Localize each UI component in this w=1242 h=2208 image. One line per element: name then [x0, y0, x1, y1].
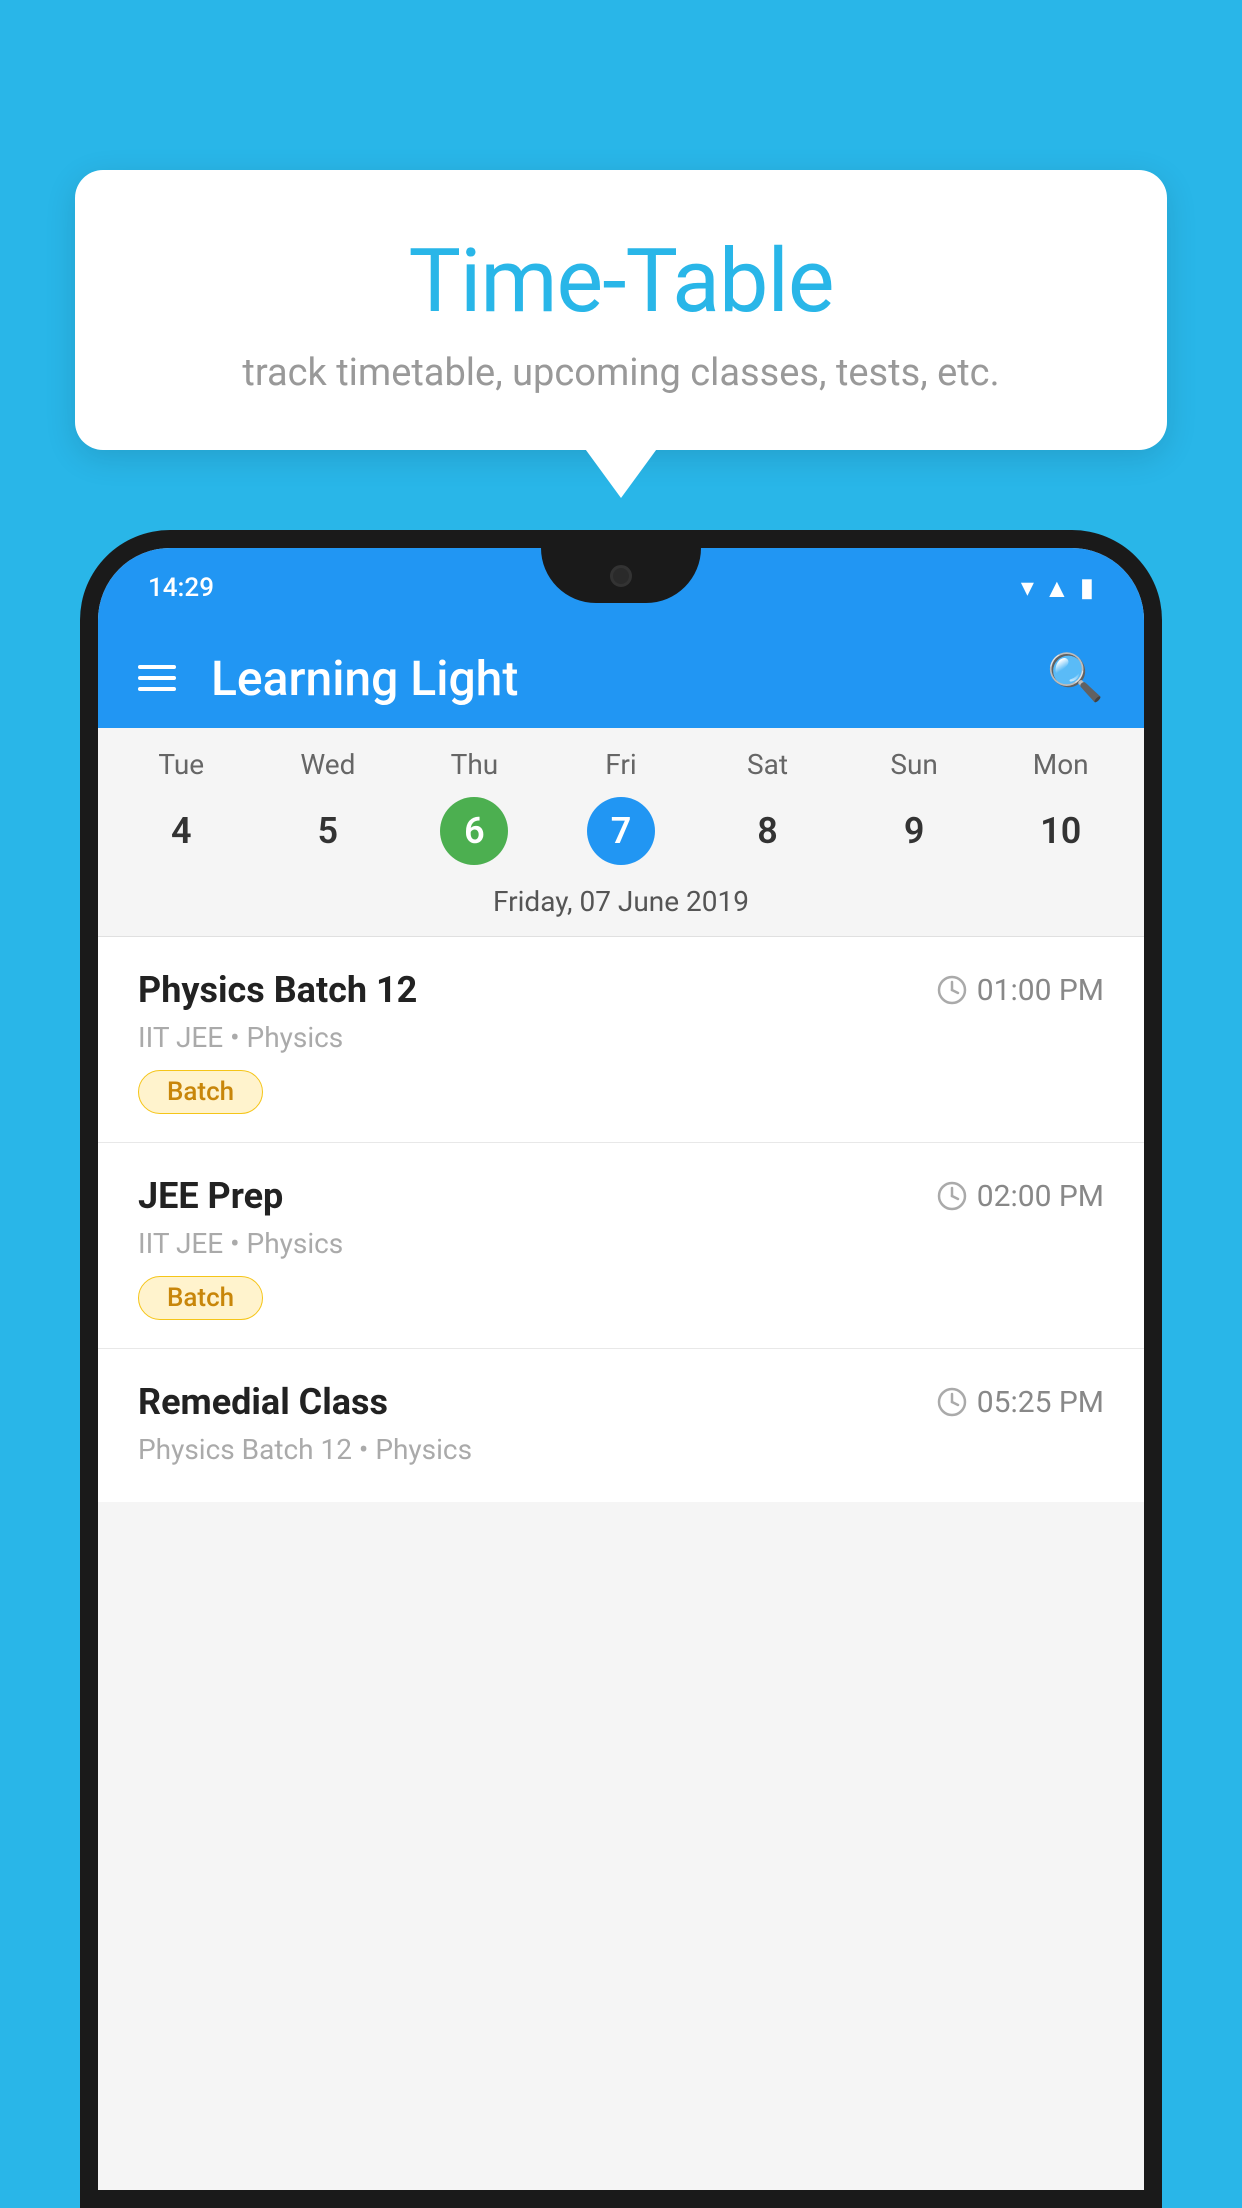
date-6-today[interactable]: 6 [401, 797, 548, 865]
schedule-item-3[interactable]: Remedial Class 05:25 PM Physics Batch 12… [98, 1349, 1144, 1502]
phone-mockup: 14:29 ▾ ▲ ▮ Learning Light 🔍 [80, 530, 1162, 2208]
phone-inner: 14:29 ▾ ▲ ▮ Learning Light 🔍 [98, 548, 1144, 2190]
clock-icon-3 [937, 1387, 967, 1417]
search-icon[interactable]: 🔍 [1047, 651, 1104, 705]
day-name-thu: Thu [401, 748, 548, 781]
batch-badge-1: Batch [138, 1070, 263, 1114]
schedule-time-3: 05:25 PM [937, 1385, 1104, 1420]
date-5[interactable]: 5 [255, 797, 402, 865]
calendar-dates: 4 5 6 7 8 9 [98, 789, 1144, 877]
schedule-time-1: 01:00 PM [937, 973, 1104, 1008]
hamburger-menu-icon[interactable] [138, 665, 176, 691]
tooltip-subtitle: track timetable, upcoming classes, tests… [125, 351, 1117, 395]
date-7-selected[interactable]: 7 [548, 797, 695, 865]
schedule-time-text-1: 01:00 PM [977, 973, 1104, 1008]
day-name-fri: Fri [548, 748, 695, 781]
calendar-days-header: Tue Wed Thu Fri Sat Sun Mon [98, 728, 1144, 789]
date-8[interactable]: 8 [694, 797, 841, 865]
status-icons: ▾ ▲ ▮ [1021, 573, 1094, 604]
phone-notch [541, 548, 701, 603]
hamburger-line [138, 676, 176, 680]
schedule-item-1[interactable]: Physics Batch 12 01:00 PM IIT JEE • Phys… [98, 937, 1144, 1143]
calendar-strip: Tue Wed Thu Fri Sat Sun Mon 4 5 [98, 728, 1144, 936]
schedule-meta-2: IIT JEE • Physics [138, 1227, 1104, 1260]
app-title: Learning Light [211, 650, 1012, 707]
day-name-sat: Sat [694, 748, 841, 781]
schedule-name-2: JEE Prep [138, 1175, 283, 1217]
schedule-time-text-3: 05:25 PM [977, 1385, 1104, 1420]
clock-icon-2 [937, 1181, 967, 1211]
status-time: 14:29 [148, 573, 214, 603]
app-header: Learning Light 🔍 [98, 628, 1144, 728]
schedule-name-1: Physics Batch 12 [138, 969, 417, 1011]
phone-outer: 14:29 ▾ ▲ ▮ Learning Light 🔍 [80, 530, 1162, 2208]
hamburger-line [138, 665, 176, 669]
tooltip-title: Time-Table [125, 230, 1117, 333]
day-name-mon: Mon [987, 748, 1134, 781]
date-4[interactable]: 4 [108, 797, 255, 865]
camera-dot [610, 565, 632, 587]
day-name-wed: Wed [255, 748, 402, 781]
clock-icon-1 [937, 975, 967, 1005]
schedule-time-2: 02:00 PM [937, 1179, 1104, 1214]
day-name-tue: Tue [108, 748, 255, 781]
status-bar: 14:29 ▾ ▲ ▮ [98, 548, 1144, 628]
date-10[interactable]: 10 [987, 797, 1134, 865]
schedule-meta-3: Physics Batch 12 • Physics [138, 1433, 1104, 1466]
wifi-icon: ▾ [1021, 573, 1034, 603]
battery-icon: ▮ [1080, 573, 1094, 603]
batch-badge-2: Batch [138, 1276, 263, 1320]
schedule-list: Physics Batch 12 01:00 PM IIT JEE • Phys… [98, 937, 1144, 1502]
schedule-meta-1: IIT JEE • Physics [138, 1021, 1104, 1054]
date-9[interactable]: 9 [841, 797, 988, 865]
tooltip-card: Time-Table track timetable, upcoming cla… [75, 170, 1167, 450]
hamburger-line [138, 687, 176, 691]
signal-icon: ▲ [1044, 573, 1070, 604]
schedule-item-2[interactable]: JEE Prep 02:00 PM IIT JEE • Physics Batc… [98, 1143, 1144, 1349]
selected-date-label: Friday, 07 June 2019 [98, 877, 1144, 936]
schedule-time-text-2: 02:00 PM [977, 1179, 1104, 1214]
day-name-sun: Sun [841, 748, 988, 781]
schedule-name-3: Remedial Class [138, 1381, 388, 1423]
